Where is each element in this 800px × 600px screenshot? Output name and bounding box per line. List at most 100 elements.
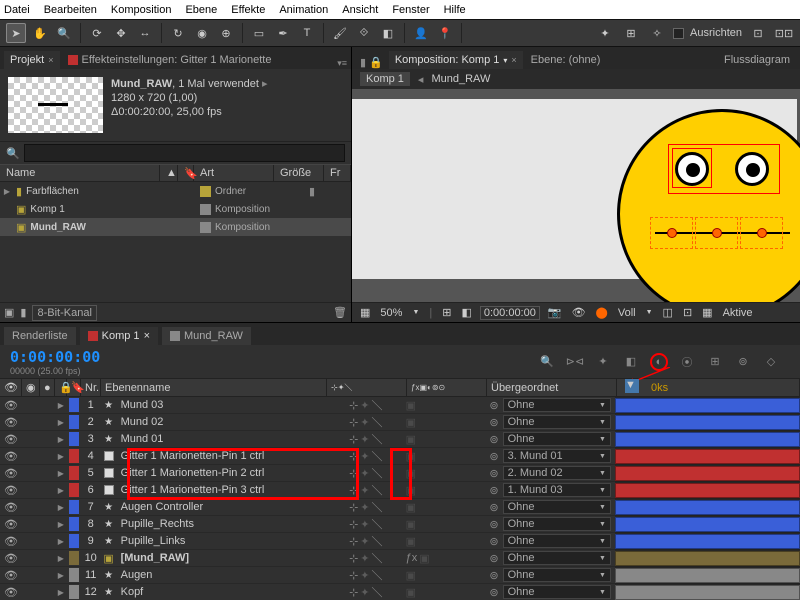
folder-icon: ▮: [16, 185, 22, 198]
layer-row[interactable]: 👁▶10▣[Mund_RAW]⊹✦＼ƒx▣⊚Ohne▼: [0, 550, 615, 567]
shy-icon[interactable]: ✦: [594, 353, 612, 371]
bit-depth-button[interactable]: 8-Bit-Kanal: [32, 305, 96, 321]
clone-tool[interactable]: ⟐: [354, 23, 374, 43]
flowchart-tab[interactable]: Flussdiagram: [718, 51, 796, 69]
channel-icon[interactable]: ◧: [459, 306, 473, 319]
parent-dropdown[interactable]: 3. Mund 01▼: [503, 449, 611, 463]
project-tab[interactable]: Projekt×: [4, 51, 60, 69]
back-icon[interactable]: ▮ 🔒: [356, 56, 387, 69]
menu-hilfe[interactable]: Hilfe: [444, 4, 466, 16]
axis-view-icon[interactable]: ✧: [647, 23, 667, 43]
brush-tool[interactable]: 🖌: [330, 23, 350, 43]
menu-effekte[interactable]: Effekte: [231, 4, 265, 16]
axis-local-icon[interactable]: ✦: [595, 23, 615, 43]
zoom-dropdown[interactable]: 50%: [378, 307, 404, 319]
parent-dropdown[interactable]: Ohne▼: [503, 500, 611, 514]
track-z-tool[interactable]: ↔: [135, 23, 155, 43]
composition-viewer[interactable]: [352, 89, 800, 302]
menu-fenster[interactable]: Fenster: [392, 4, 429, 16]
search-icon[interactable]: 🔍: [538, 353, 556, 371]
pen-tool[interactable]: ✒: [273, 23, 293, 43]
crumb-2[interactable]: Mund_RAW: [431, 73, 490, 85]
menu-ebene[interactable]: Ebene: [185, 4, 217, 16]
parent-dropdown[interactable]: Ohne▼: [503, 534, 611, 548]
layer-row[interactable]: 👁▶1★Mund 03⊹✦＼▣⊚Ohne▼: [0, 397, 615, 414]
active-cam-dropdown[interactable]: Aktive: [721, 307, 755, 319]
layer-row[interactable]: 👁▶8★Pupille_Rechts⊹✦＼▣⊚Ohne▼: [0, 516, 615, 533]
trash-icon[interactable]: 🗑: [333, 306, 347, 319]
parent-dropdown[interactable]: Ohne▼: [503, 517, 611, 531]
layer-row[interactable]: 👁▶5Gitter 1 Marionetten-Pin 2 ctrl⊹✦＼▣⊚2…: [0, 465, 615, 482]
view-options-icon[interactable]: ▦: [700, 306, 714, 319]
current-timecode[interactable]: 0:00:00:00: [0, 348, 110, 366]
asset-thumbnail[interactable]: [8, 77, 103, 133]
project-row-selected[interactable]: ▣ Mund_RAW Komposition: [0, 218, 351, 236]
res-icon[interactable]: ⊞: [440, 306, 453, 319]
align-checkbox[interactable]: [673, 28, 684, 39]
grid-icon[interactable]: ▦: [358, 306, 372, 319]
graph-icon[interactable]: ⊞: [706, 353, 724, 371]
parent-dropdown[interactable]: Ohne▼: [503, 415, 611, 429]
effects-tab[interactable]: Effekteinstellungen: Gitter 1 Marionette: [62, 51, 278, 69]
timeline-tab-komp1[interactable]: Komp 1×: [80, 327, 158, 345]
roto-tool[interactable]: 👤: [411, 23, 431, 43]
menu-ansicht[interactable]: Ansicht: [342, 4, 378, 16]
pan-behind-tool[interactable]: ⊕: [216, 23, 236, 43]
resolution-dropdown[interactable]: Voll: [616, 307, 638, 319]
menu-datei[interactable]: Datei: [4, 4, 30, 16]
menubar[interactable]: Datei Bearbeiten Komposition Ebene Effek…: [0, 0, 800, 19]
timeline-tab-mundraw[interactable]: Mund_RAW: [162, 327, 251, 345]
renderlist-tab[interactable]: Renderliste: [4, 327, 76, 345]
zoom-tool[interactable]: 🔍: [54, 23, 74, 43]
rgb-icon[interactable]: ⬤: [594, 306, 610, 319]
snapshot-icon[interactable]: 📷: [546, 306, 564, 319]
motion-blur-icon[interactable]: ⦿: [678, 353, 696, 371]
layer-row[interactable]: 👁▶3★Mund 01⊹✦＼▣⊚Ohne▼: [0, 431, 615, 448]
comp-tab[interactable]: Komposition: Komp 1▾×: [389, 51, 523, 69]
orbit-tool[interactable]: ⟳: [87, 23, 107, 43]
layer-row[interactable]: 👁▶6Gitter 1 Marionetten-Pin 3 ctrl⊹✦＼▣⊚1…: [0, 482, 615, 499]
project-row-folder[interactable]: ▶ ▮ Farbflächen Ordner ▮: [0, 182, 351, 200]
transparency-icon[interactable]: ⊡: [681, 306, 694, 319]
parent-dropdown[interactable]: Ohne▼: [503, 585, 611, 599]
menu-bearbeiten[interactable]: Bearbeiten: [44, 4, 97, 16]
parent-dropdown[interactable]: Ohne▼: [503, 398, 611, 412]
menu-animation[interactable]: Animation: [279, 4, 328, 16]
layer-row[interactable]: 👁▶4Gitter 1 Marionetten-Pin 1 ctrl⊹✦＼▣⊚3…: [0, 448, 615, 465]
eraser-tool[interactable]: ◧: [378, 23, 398, 43]
text-tool[interactable]: T: [297, 23, 317, 43]
axis-world-icon[interactable]: ⊞: [621, 23, 641, 43]
parent-dropdown[interactable]: Ohne▼: [503, 551, 611, 565]
parent-dropdown[interactable]: 2. Mund 02▼: [503, 466, 611, 480]
selection-tool[interactable]: ➤: [6, 23, 26, 43]
layer-tab[interactable]: Ebene: (ohne): [525, 51, 607, 69]
time-display[interactable]: 0:00:00:00: [480, 306, 540, 320]
rotate-tool[interactable]: ↻: [168, 23, 188, 43]
comp-mini-icon[interactable]: ⊳⊲: [566, 353, 584, 371]
menu-komposition[interactable]: Komposition: [111, 4, 172, 16]
region-icon[interactable]: ◫: [661, 306, 675, 319]
auto-keyframe-icon[interactable]: ◇: [762, 353, 780, 371]
new-folder-icon[interactable]: ▮: [20, 306, 26, 319]
puppet-tool[interactable]: 📍: [435, 23, 455, 43]
rect-tool[interactable]: ▭: [249, 23, 269, 43]
hand-tool[interactable]: ✋: [30, 23, 50, 43]
track-xy-tool[interactable]: ✥: [111, 23, 131, 43]
parent-dropdown[interactable]: 1. Mund 03▼: [503, 483, 611, 497]
parent-dropdown[interactable]: Ohne▼: [503, 432, 611, 446]
layer-row[interactable]: 👁▶11★Augen⊹✦＼▣⊚Ohne▼: [0, 567, 615, 584]
crumb-1[interactable]: Komp 1: [360, 72, 410, 86]
layer-row[interactable]: 👁▶12★Kopf⊹✦＼▣⊚Ohne▼: [0, 584, 615, 600]
camera-tool[interactable]: ◉: [192, 23, 212, 43]
layer-row[interactable]: 👁▶2★Mund 02⊹✦＼▣⊚Ohne▼: [0, 414, 615, 431]
layer-row[interactable]: 👁▶9★Pupille_Links⊹✦＼▣⊚Ohne▼: [0, 533, 615, 550]
parent-dropdown[interactable]: Ohne▼: [503, 568, 611, 582]
project-search-input[interactable]: [24, 144, 345, 162]
search-icon[interactable]: ⊡⊡: [774, 23, 794, 43]
snap-icon[interactable]: ⊡: [748, 23, 768, 43]
brainstorm-icon[interactable]: ⊚: [734, 353, 752, 371]
layer-row[interactable]: 👁▶7★Augen Controller⊹✦＼▣⊚Ohne▼: [0, 499, 615, 516]
show-snapshot-icon[interactable]: 👁: [570, 306, 588, 319]
project-row-comp[interactable]: ▣ Komp 1 Komposition: [0, 200, 351, 218]
new-comp-icon[interactable]: ▣: [4, 306, 14, 319]
